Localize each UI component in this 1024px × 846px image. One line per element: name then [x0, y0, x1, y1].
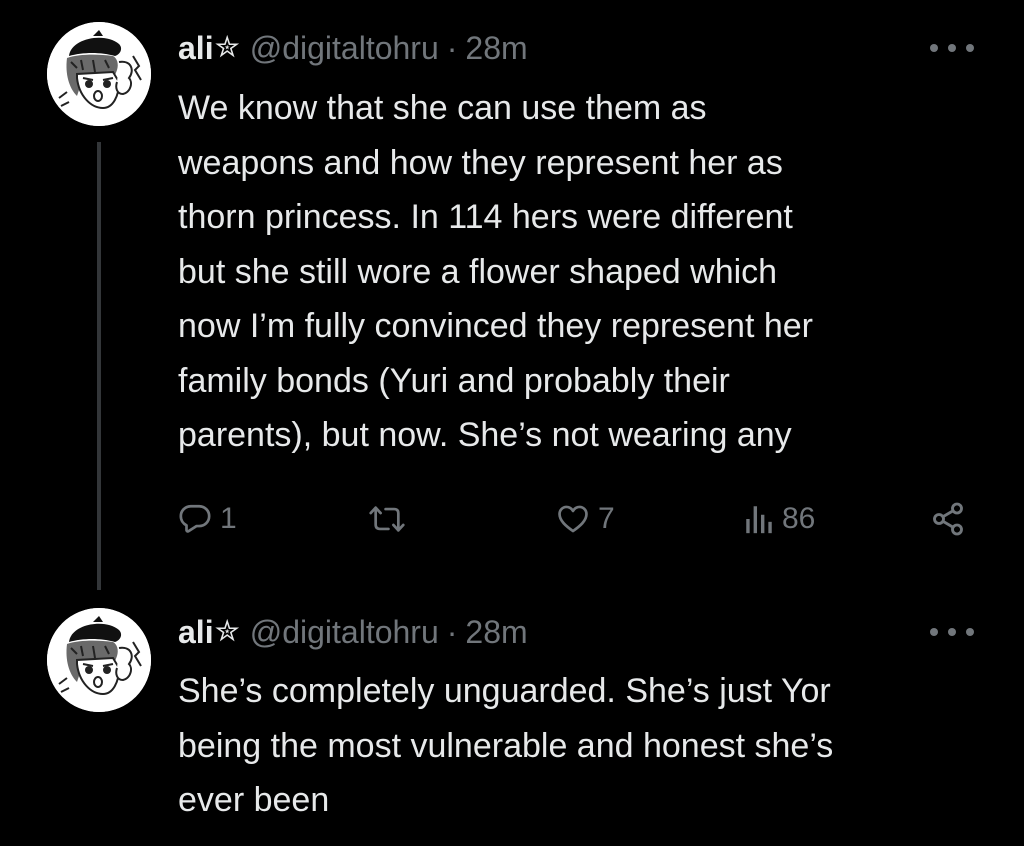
timestamp[interactable]: 28m	[465, 28, 527, 68]
more-options-icon[interactable]	[930, 622, 974, 642]
tweet-text-line: ever been	[178, 781, 330, 819]
like-button[interactable]: 7	[556, 494, 615, 544]
retweet-button[interactable]	[368, 494, 406, 544]
reply-icon	[179, 504, 211, 533]
tweet-text-line: family bonds (Yuri and probably their	[178, 361, 730, 400]
tweet-text-line: now I’m fully convinced they represent h…	[178, 307, 813, 345]
more-dot	[966, 628, 974, 636]
avatar[interactable]	[47, 22, 151, 126]
user-handle[interactable]: @digitaltohru	[250, 28, 439, 68]
more-dot	[930, 44, 938, 52]
tweet-text-line: thorn princess. In 114 hers were differe…	[178, 198, 793, 236]
user-handle[interactable]: @digitaltohru	[250, 612, 439, 652]
tweet-text: She’s completely unguarded. She’s just Y…	[178, 664, 998, 828]
tweet-actions: 1 7 86	[0, 494, 1024, 544]
more-dot	[966, 44, 974, 52]
tweet[interactable]: ali ✮ @digitaltohru · 28m We know that s…	[0, 0, 1024, 600]
reply-button[interactable]: 1	[178, 494, 237, 544]
tweet[interactable]: ali ✮ @digitaltohru · 28m She’s complete…	[0, 600, 1024, 846]
avatar[interactable]	[47, 608, 151, 712]
more-options-icon[interactable]	[930, 38, 974, 58]
share-icon	[933, 502, 963, 536]
display-name[interactable]: ali	[178, 28, 214, 68]
tweet-header: ali ✮ @digitaltohru · 28m	[178, 612, 528, 652]
tweet-text-line: being the most vulnerable and honest she…	[178, 726, 834, 765]
avatar-drawing-icon	[47, 608, 151, 712]
display-name[interactable]: ali	[178, 612, 214, 652]
separator-dot: ·	[446, 614, 458, 650]
tweet-text-line: parents), but now. She’s not wearing any	[178, 416, 792, 454]
tweet-text-line: She’s completely unguarded. She’s just Y…	[178, 672, 831, 710]
tweet-header: ali ✮ @digitaltohru · 28m	[178, 28, 528, 68]
tweet-text: We know that she can use them as weapons…	[178, 81, 998, 463]
separator-dot: ·	[446, 30, 458, 66]
name-star-badge: ✮	[214, 615, 240, 648]
more-dot	[948, 44, 956, 52]
name-star-badge: ✮	[214, 31, 240, 64]
views-icon	[746, 506, 772, 534]
views-button[interactable]: 86	[744, 494, 815, 544]
like-count: 7	[598, 502, 615, 535]
tweet-text-line: We know that she can use them as	[178, 89, 707, 127]
more-dot	[930, 628, 938, 636]
tweet-text-line: weapons and how they represent her as	[178, 143, 783, 182]
retweet-icon	[369, 506, 405, 532]
views-count: 86	[782, 502, 816, 535]
avatar-drawing-icon	[47, 22, 151, 126]
more-dot	[948, 628, 956, 636]
like-icon	[558, 505, 588, 533]
tweet-text-line: but she still wore a flower shaped which	[178, 252, 778, 291]
timestamp[interactable]: 28m	[465, 612, 527, 652]
reply-count: 1	[220, 502, 237, 535]
share-button[interactable]	[930, 494, 966, 544]
